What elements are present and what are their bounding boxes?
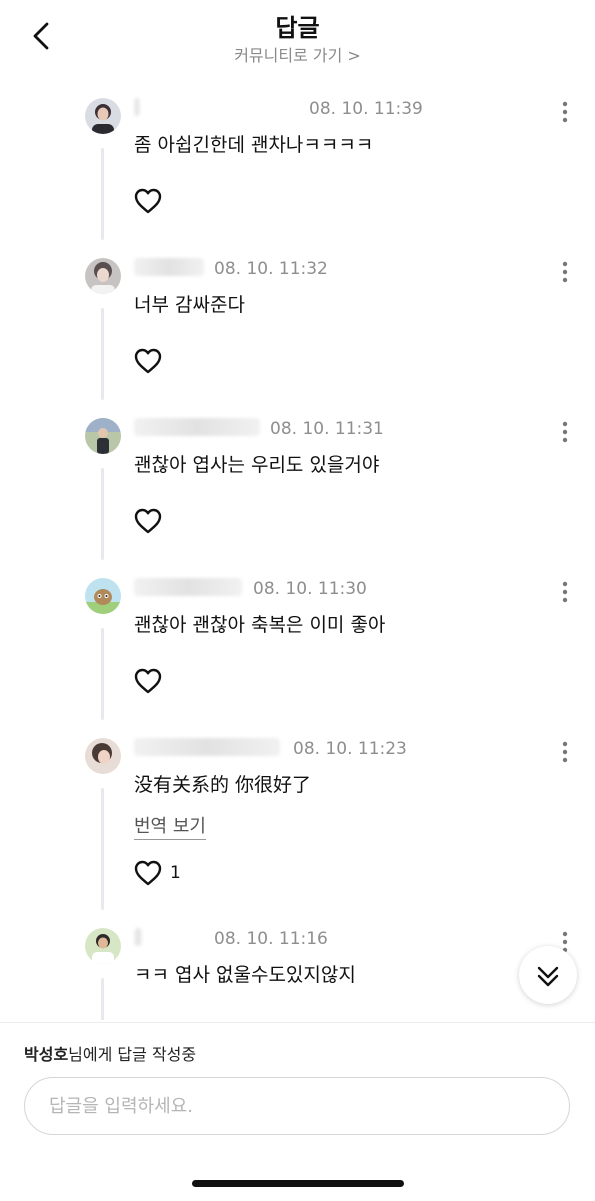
thread-line	[101, 308, 104, 400]
author-name-redacted	[134, 928, 142, 946]
home-indicator	[192, 1180, 404, 1187]
avatar[interactable]	[85, 98, 121, 134]
avatar[interactable]	[85, 928, 121, 964]
more-vertical-icon	[562, 421, 568, 443]
reply-item: 08. 10. 11:39 좀 아쉽긴한데 괜차나ㅋㅋㅋㅋ	[0, 90, 595, 250]
timestamp: 08. 10. 11:30	[253, 579, 367, 599]
avatar[interactable]	[85, 578, 121, 614]
author-name-redacted	[134, 578, 242, 596]
more-vertical-icon	[562, 581, 568, 603]
page-title: 답글	[275, 14, 320, 42]
double-chevron-down-icon	[537, 966, 559, 987]
reply-text: ㅋㅋ 엽사 없울수도있지않지	[134, 964, 356, 986]
more-options-button[interactable]	[554, 98, 576, 126]
thread-line	[101, 628, 104, 720]
avatar[interactable]	[85, 738, 121, 774]
timestamp: 08. 10. 11:16	[214, 929, 328, 949]
more-options-button[interactable]	[554, 258, 576, 286]
reply-text: 괜찮아 엽사는 우리도 있을거야	[134, 454, 380, 476]
avatar-image	[85, 258, 121, 294]
reply-item: 08. 10. 11:30 괜찮아 괜찮아 축복은 이미 좋아	[0, 570, 595, 730]
reply-text: 괜찮아 괜찮아 축복은 이미 좋아	[134, 614, 386, 636]
heart-outline-icon	[134, 508, 162, 534]
timestamp: 08. 10. 11:31	[270, 419, 384, 439]
thread-line	[101, 788, 104, 910]
like-button[interactable]	[132, 858, 164, 888]
like-count: 1	[170, 863, 181, 883]
thread-line	[101, 468, 104, 560]
author-name-redacted	[134, 738, 280, 756]
scroll-to-bottom-button[interactable]	[519, 946, 577, 1004]
timestamp: 08. 10. 11:23	[293, 739, 407, 759]
thread-line	[101, 978, 104, 1020]
like-button[interactable]	[132, 346, 164, 376]
thread-line	[101, 148, 104, 240]
reply-composer: 박성호님에게 답글 작성중	[0, 1022, 595, 1201]
more-options-button[interactable]	[554, 418, 576, 446]
avatar-image	[85, 738, 121, 774]
avatar-image	[85, 928, 121, 964]
avatar[interactable]	[85, 258, 121, 294]
reply-text: 좀 아쉽긴한데 괜차나ㅋㅋㅋㅋ	[134, 134, 374, 156]
go-to-community-link[interactable]: 커뮤니티로 가기 >	[0, 42, 595, 66]
reply-item: 08. 10. 11:32 너부 감싸준다	[0, 250, 595, 410]
view-translation-link[interactable]: 번역 보기	[134, 812, 206, 840]
avatar-image	[85, 98, 121, 134]
more-vertical-icon	[562, 261, 568, 283]
like-button[interactable]	[132, 186, 164, 216]
heart-outline-icon	[134, 348, 162, 374]
author-name-redacted	[134, 418, 260, 436]
more-vertical-icon	[562, 741, 568, 763]
reply-target-label: 박성호님에게 답글 작성중	[24, 1041, 196, 1065]
heart-outline-icon	[134, 668, 162, 694]
more-options-button[interactable]	[554, 738, 576, 766]
reply-input[interactable]	[24, 1077, 570, 1135]
reply-target-suffix: 님에게 답글 작성중	[68, 1045, 197, 1064]
author-name-redacted	[134, 258, 204, 276]
heart-outline-icon	[134, 860, 162, 886]
like-button[interactable]	[132, 506, 164, 536]
avatar-image	[85, 418, 121, 454]
more-vertical-icon	[562, 101, 568, 123]
reply-target-name: 박성호	[24, 1045, 69, 1064]
timestamp: 08. 10. 11:32	[214, 259, 328, 279]
reply-item: 08. 10. 11:31 괜찮아 엽사는 우리도 있을거야	[0, 410, 595, 570]
author-name-redacted	[134, 98, 140, 116]
timestamp: 08. 10. 11:39	[309, 99, 423, 119]
heart-outline-icon	[134, 188, 162, 214]
like-button[interactable]	[132, 666, 164, 696]
reply-item: 08. 10. 11:16 ㅋㅋ 엽사 없울수도있지않지	[0, 920, 595, 1020]
reply-text: 没有关系的 你很好了	[134, 774, 312, 796]
reply-thread: 08. 10. 11:39 좀 아쉽긴한데 괜차나ㅋㅋㅋㅋ 08. 10. 11…	[0, 90, 595, 1020]
header: 답글 커뮤니티로 가기 >	[0, 0, 595, 80]
more-options-button[interactable]	[554, 578, 576, 606]
reply-item: 08. 10. 11:23 没有关系的 你很好了 번역 보기 1	[0, 730, 595, 920]
avatar-image	[85, 578, 121, 614]
reply-text: 너부 감싸준다	[134, 294, 245, 316]
avatar[interactable]	[85, 418, 121, 454]
